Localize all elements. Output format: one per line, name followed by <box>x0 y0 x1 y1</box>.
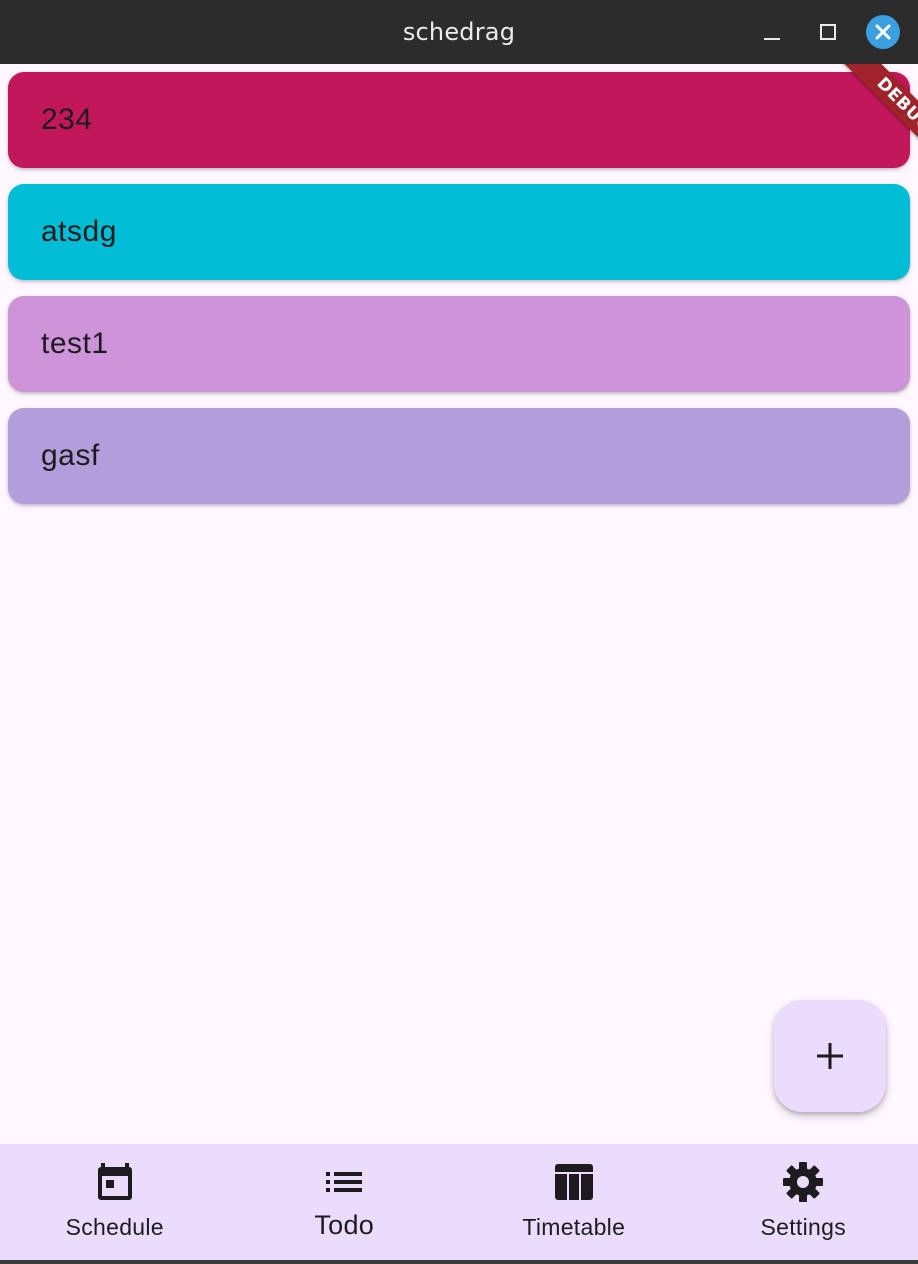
add-todo-button[interactable] <box>774 1000 886 1112</box>
maximize-icon <box>820 24 836 40</box>
list-icon <box>326 1172 363 1192</box>
calendar-icon <box>97 1163 132 1200</box>
close-button[interactable] <box>865 14 901 50</box>
todo-card-label: atsdg <box>41 215 117 248</box>
minimize-icon <box>764 38 780 40</box>
todo-card-label: 234 <box>41 103 93 136</box>
nav-item-timetable[interactable]: Timetable <box>459 1144 689 1260</box>
nav-item-label: Settings <box>760 1214 846 1240</box>
todo-card[interactable]: 234 <box>8 72 910 168</box>
gear-icon <box>783 1162 824 1202</box>
close-icon <box>866 15 900 49</box>
nav-item-label: Timetable <box>522 1214 626 1240</box>
todo-card[interactable]: atsdg <box>8 184 910 280</box>
nav-item-settings[interactable]: Settings <box>689 1144 918 1260</box>
nav-item-label: Todo <box>314 1210 375 1240</box>
plus-icon <box>817 1043 843 1069</box>
nav-item-label: Schedule <box>65 1214 164 1240</box>
nav-item-todo[interactable]: Todo <box>230 1144 460 1260</box>
maximize-button[interactable] <box>810 14 846 50</box>
todo-card[interactable]: test1 <box>8 296 910 392</box>
todo-card[interactable]: gasf <box>8 408 910 504</box>
nav-item-schedule[interactable]: Schedule <box>0 1144 230 1260</box>
minimize-button[interactable] <box>754 14 790 50</box>
app-window: schedrag DEBUG 234 atsdg test1 gasf Sche… <box>0 0 918 1264</box>
bottom-navigation: Schedule Todo Timetable Settings <box>0 1144 918 1260</box>
title-bar: schedrag <box>0 0 918 64</box>
todo-list: 234 atsdg test1 gasf <box>8 72 910 520</box>
window-bottom-edge <box>0 1260 918 1264</box>
todo-card-label: gasf <box>41 439 100 472</box>
table-icon <box>554 1164 593 1200</box>
todo-card-label: test1 <box>41 327 109 360</box>
